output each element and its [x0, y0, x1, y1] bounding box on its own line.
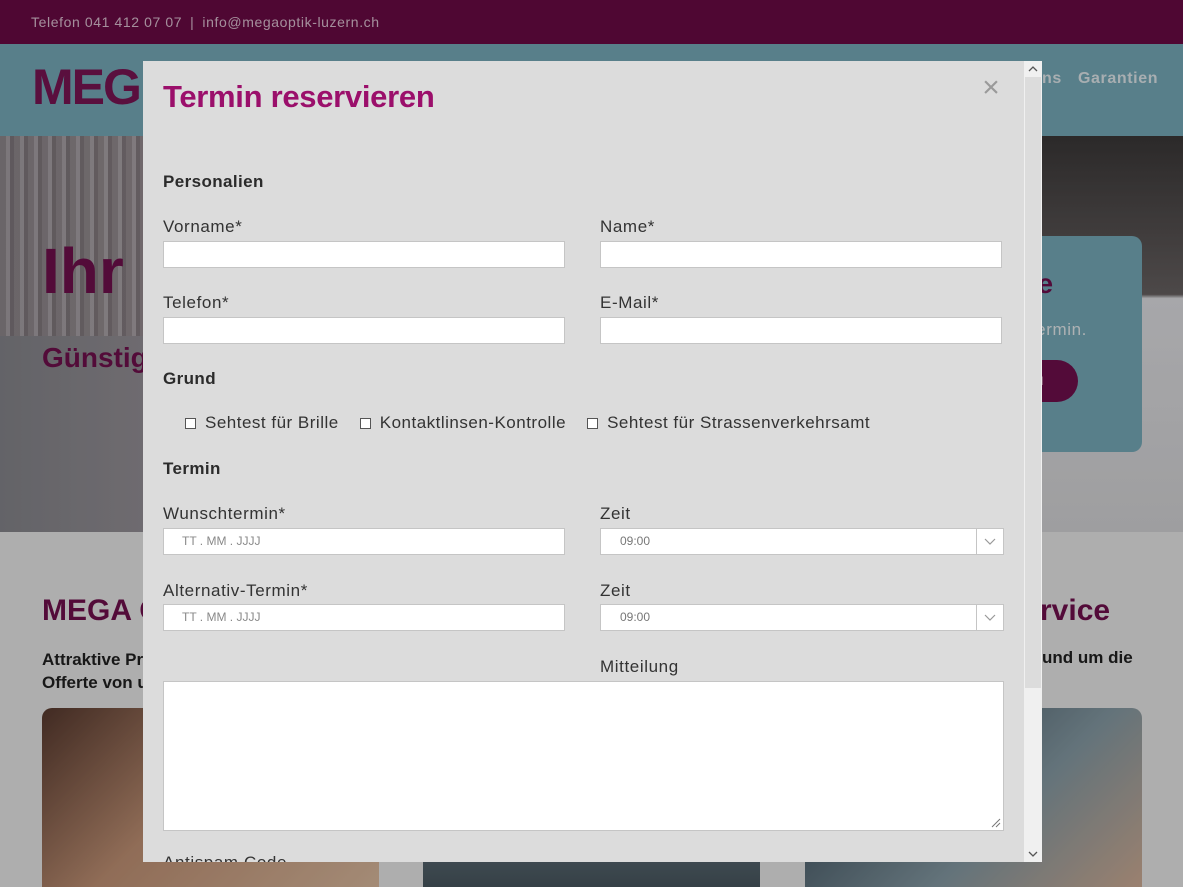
alt-date-label: Alternativ-Termin* [163, 581, 308, 600]
desired-time-dropdown-button[interactable] [976, 529, 1003, 554]
alt-time-label: Zeit [600, 581, 631, 600]
chevron-down-icon [1028, 851, 1038, 857]
phone-input[interactable] [163, 317, 565, 344]
scroll-down-button[interactable] [1024, 846, 1042, 862]
close-icon: × [982, 71, 1000, 104]
personal-heading: Personalien [163, 172, 264, 191]
reason-checkbox-glasses[interactable] [185, 417, 196, 429]
alt-time-value: 09:00 [620, 610, 651, 624]
desired-time-select[interactable]: 09:00 [600, 528, 1004, 555]
close-button[interactable]: × [980, 73, 1002, 103]
desired-time-value: 09:00 [620, 534, 651, 548]
alt-date-input[interactable]: TT . MM . JJJJ [163, 604, 565, 631]
firstname-label: Vorname* [163, 217, 243, 236]
name-input[interactable] [600, 241, 1002, 268]
desired-time-label: Zeit [600, 504, 631, 523]
message-label: Mitteilung [600, 657, 679, 676]
reason-checkbox-group: Sehtest für Brille Kontaktlinsen-Kontrol… [185, 413, 891, 433]
appointment-modal: Termin reservieren × Personalien Vorname… [143, 61, 1042, 862]
chevron-up-icon [1028, 66, 1038, 72]
email-input[interactable] [600, 317, 1002, 344]
modal-title: Termin reservieren [163, 79, 435, 114]
chevron-down-icon [984, 538, 996, 545]
reason-option-contact-lenses[interactable]: Kontaktlinsen-Kontrolle [359, 413, 567, 433]
reason-label-traffic-office: Sehtest für Strassenverkehrsamt [607, 413, 871, 432]
antispam-label: Antispam Code [163, 853, 287, 862]
email-label: E-Mail* [600, 293, 659, 312]
firstname-input[interactable] [163, 241, 565, 268]
desired-date-input[interactable]: TT . MM . JJJJ [163, 528, 565, 555]
appointment-heading: Termin [163, 459, 221, 478]
reason-option-glasses[interactable]: Sehtest für Brille [185, 413, 339, 433]
alt-time-dropdown-button[interactable] [976, 605, 1003, 630]
name-label: Name* [600, 217, 655, 236]
reason-checkbox-traffic-office[interactable] [587, 417, 599, 429]
scroll-thumb[interactable] [1025, 77, 1041, 688]
phone-label: Telefon* [163, 293, 230, 312]
reason-option-traffic-office[interactable]: Sehtest für Strassenverkehrsamt [587, 413, 870, 433]
desired-date-label: Wunschtermin* [163, 504, 286, 523]
scroll-up-button[interactable] [1024, 61, 1042, 77]
reason-label-glasses: Sehtest für Brille [205, 413, 339, 432]
alt-time-select[interactable]: 09:00 [600, 604, 1004, 631]
chevron-down-icon [984, 614, 996, 621]
resize-handle-icon[interactable] [989, 816, 1001, 828]
reason-label-contact-lenses: Kontaktlinsen-Kontrolle [379, 413, 567, 432]
reason-checkbox-contact-lenses[interactable] [359, 417, 371, 429]
reason-heading: Grund [163, 369, 216, 388]
modal-scrollbar[interactable] [1024, 61, 1042, 862]
message-textarea[interactable] [163, 681, 1004, 831]
